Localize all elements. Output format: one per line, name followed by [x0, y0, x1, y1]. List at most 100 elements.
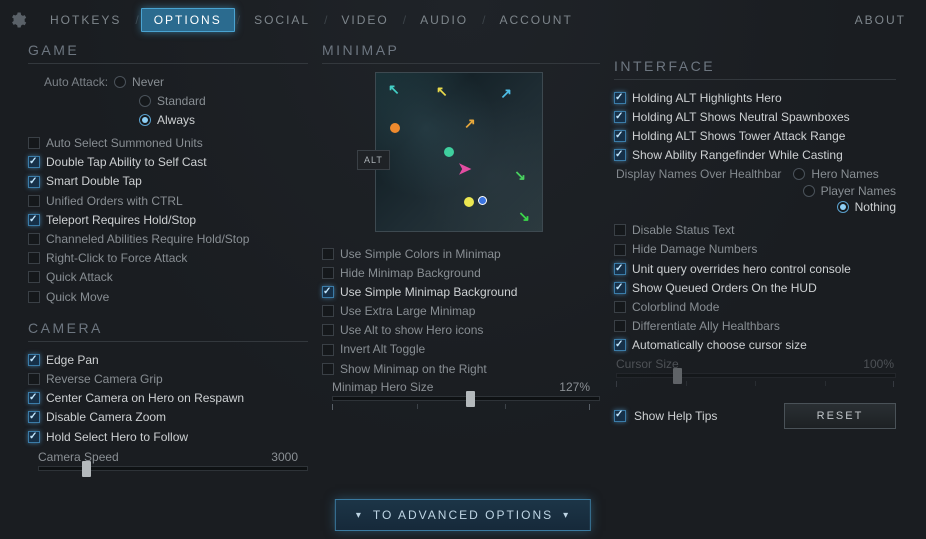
- game-opt-5-checkbox[interactable]: [28, 233, 40, 245]
- iface-mid-3-checkbox[interactable]: [614, 282, 626, 294]
- minimap-opt-5-checkbox[interactable]: [322, 344, 334, 356]
- iface-mid-2-label: Unit query overrides hero control consol…: [632, 261, 851, 277]
- iface-mid-4-checkbox[interactable]: [614, 301, 626, 313]
- camera-opt-2-label: Center Camera on Hero on Respawn: [46, 390, 244, 406]
- game-opt-0-checkbox[interactable]: [28, 137, 40, 149]
- camera-opt-1-label: Reverse Camera Grip: [46, 371, 163, 387]
- iface-top-1-checkbox[interactable]: [614, 111, 626, 123]
- minimap-opt-6-checkbox[interactable]: [322, 363, 334, 375]
- camera-opt-1-checkbox[interactable]: [28, 373, 40, 385]
- game-opt-7-checkbox[interactable]: [28, 271, 40, 283]
- section-camera: CAMERA: [28, 320, 308, 342]
- game-opt-1-label: Double Tap Ability to Self Cast: [46, 154, 207, 170]
- iface-top-3-label: Show Ability Rangefinder While Casting: [632, 147, 843, 163]
- auto-attack-radio-1[interactable]: [139, 95, 151, 107]
- game-opt-8-checkbox[interactable]: [28, 291, 40, 303]
- iface-top-0-label: Holding ALT Highlights Hero: [632, 90, 782, 106]
- iface-top-2-label: Holding ALT Shows Tower Attack Range: [632, 128, 845, 144]
- iface-mid-5-label: Differentiate Ally Healthbars: [632, 318, 780, 334]
- iface-mid-6-label: Automatically choose cursor size: [632, 337, 807, 353]
- game-opt-5-label: Channeled Abilities Require Hold/Stop: [46, 231, 249, 247]
- minimap-opt-1-checkbox[interactable]: [322, 267, 334, 279]
- reset-button[interactable]: RESET: [784, 403, 896, 429]
- auto-attack-label-1: Standard: [157, 93, 206, 109]
- camera-speed-slider[interactable]: [38, 466, 308, 471]
- game-opt-0-label: Auto Select Summoned Units: [46, 135, 203, 151]
- display-names-label-0: Hero Names: [811, 167, 878, 181]
- camera-opt-0-checkbox[interactable]: [28, 354, 40, 366]
- minimap-hero-size-label: Minimap Hero Size: [332, 380, 433, 394]
- display-names-radio-2[interactable]: [837, 201, 849, 213]
- game-opt-3-checkbox[interactable]: [28, 195, 40, 207]
- iface-top-0-checkbox[interactable]: [614, 92, 626, 104]
- minimap-opt-4-label: Use Alt to show Hero icons: [340, 322, 483, 338]
- iface-mid-6-checkbox[interactable]: [614, 339, 626, 351]
- minimap-opt-4-checkbox[interactable]: [322, 324, 334, 336]
- iface-top-1-label: Holding ALT Shows Neutral Spawnboxes: [632, 109, 850, 125]
- camera-opt-3-label: Disable Camera Zoom: [46, 409, 166, 425]
- iface-top-3-checkbox[interactable]: [614, 149, 626, 161]
- cursor-size-value: 100%: [863, 357, 894, 371]
- auto-attack-radio-0[interactable]: [114, 76, 126, 88]
- iface-mid-4-label: Colorblind Mode: [632, 299, 719, 315]
- minimap-preview: ↖ ↖ ↗ ↗ ➤ ↘ ↘: [375, 72, 543, 232]
- cursor-size-slider[interactable]: [616, 373, 896, 378]
- camera-opt-2-checkbox[interactable]: [28, 392, 40, 404]
- tab-options[interactable]: OPTIONS: [141, 8, 235, 32]
- auto-attack-radio-2[interactable]: [139, 114, 151, 126]
- iface-mid-3-label: Show Queued Orders On the HUD: [632, 280, 817, 296]
- game-opt-1-checkbox[interactable]: [28, 156, 40, 168]
- game-opt-4-checkbox[interactable]: [28, 214, 40, 226]
- show-help-tips-label: Show Help Tips: [634, 409, 717, 423]
- minimap-opt-2-checkbox[interactable]: [322, 286, 334, 298]
- minimap-hero-size-value: 127%: [559, 380, 590, 394]
- tab-video[interactable]: VIDEO: [329, 9, 400, 31]
- minimap-opt-0-checkbox[interactable]: [322, 248, 334, 260]
- display-names-label-2: Nothing: [855, 200, 896, 214]
- display-names-radio-0[interactable]: [793, 168, 805, 180]
- settings-gear-icon[interactable]: [8, 10, 28, 30]
- about-link[interactable]: ABOUT: [855, 13, 906, 27]
- camera-speed-value: 3000: [271, 450, 298, 464]
- minimap-hero-size-slider[interactable]: [332, 396, 600, 401]
- game-opt-8-label: Quick Move: [46, 289, 109, 305]
- display-names-label: Display Names Over Healthbar: [616, 167, 787, 181]
- camera-opt-3-checkbox[interactable]: [28, 411, 40, 423]
- iface-mid-0-checkbox[interactable]: [614, 224, 626, 236]
- chevron-down-icon: ▾: [356, 510, 363, 521]
- game-opt-3-label: Unified Orders with CTRL: [46, 193, 183, 209]
- display-names-radio-1[interactable]: [803, 185, 815, 197]
- game-opt-2-label: Smart Double Tap: [46, 173, 142, 189]
- minimap-opt-1-label: Hide Minimap Background: [340, 265, 481, 281]
- minimap-opt-3-checkbox[interactable]: [322, 305, 334, 317]
- tab-hotkeys[interactable]: HOTKEYS: [38, 9, 133, 31]
- game-opt-2-checkbox[interactable]: [28, 176, 40, 188]
- tab-audio[interactable]: AUDIO: [408, 9, 480, 31]
- minimap-opt-2-label: Use Simple Minimap Background: [340, 284, 517, 300]
- game-opt-6-checkbox[interactable]: [28, 252, 40, 264]
- tab-account[interactable]: ACCOUNT: [487, 9, 584, 31]
- minimap-opt-3-label: Use Extra Large Minimap: [340, 303, 475, 319]
- camera-opt-0-label: Edge Pan: [46, 352, 99, 368]
- to-advanced-options-button[interactable]: ▾ TO ADVANCED OPTIONS ▾: [335, 499, 591, 531]
- iface-mid-5-checkbox[interactable]: [614, 320, 626, 332]
- section-minimap: MINIMAP: [322, 42, 600, 64]
- camera-opt-4-label: Hold Select Hero to Follow: [46, 429, 188, 445]
- minimap-opt-5-label: Invert Alt Toggle: [340, 341, 425, 357]
- tab-social[interactable]: SOCIAL: [242, 9, 322, 31]
- game-opt-6-label: Right-Click to Force Attack: [46, 250, 187, 266]
- display-names-label-1: Player Names: [821, 184, 896, 198]
- iface-mid-0-label: Disable Status Text: [632, 222, 735, 238]
- section-game: GAME: [28, 42, 308, 64]
- auto-attack-label-2: Always: [157, 112, 195, 128]
- iface-mid-2-checkbox[interactable]: [614, 263, 626, 275]
- iface-mid-1-label: Hide Damage Numbers: [632, 241, 757, 257]
- game-opt-4-label: Teleport Requires Hold/Stop: [46, 212, 196, 228]
- show-help-tips-checkbox[interactable]: [614, 410, 626, 422]
- iface-mid-1-checkbox[interactable]: [614, 244, 626, 256]
- minimap-opt-0-label: Use Simple Colors in Minimap: [340, 246, 501, 262]
- iface-top-2-checkbox[interactable]: [614, 130, 626, 142]
- auto-attack-label-0: Never: [132, 74, 164, 90]
- camera-opt-4-checkbox[interactable]: [28, 431, 40, 443]
- auto-attack-label: Auto Attack:: [44, 74, 108, 90]
